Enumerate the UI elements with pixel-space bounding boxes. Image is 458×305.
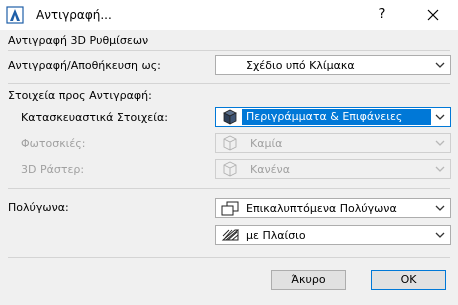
polygons-frame-value: με Πλαίσιο (246, 229, 306, 242)
overlapping-polygons-icon (221, 201, 239, 216)
chevron-down-icon (435, 114, 445, 120)
chevron-down-icon (435, 62, 445, 68)
window-title: Αντιγραφή... (36, 8, 112, 22)
construction-label: Κατασκευαστικά Στοιχεία: (21, 111, 168, 124)
section-3d-label: Αντιγραφή 3D Ρυθμίσεων (8, 34, 149, 47)
close-icon[interactable] (421, 5, 445, 25)
chevron-down-icon (435, 205, 445, 211)
elements-label: Στοιχεία προς Αντιγραφή: (8, 89, 152, 102)
construction-selected: Περιγράμματα & Επιφάνειες (242, 109, 431, 125)
raster-dropdown[interactable]: Κανένα (215, 159, 451, 179)
divider (8, 188, 450, 189)
app-icon (6, 6, 24, 24)
copy-as-dropdown[interactable]: Σχέδιο υπό Κλίμακα (215, 55, 451, 75)
polygons-label: Πολύγωνα: (8, 201, 69, 214)
polygons-type-dropdown[interactable]: Επικαλυπτόμενα Πολύγωνα (215, 198, 451, 218)
construction-dropdown[interactable]: Περιγράμματα & Επιφάνειες (215, 107, 451, 127)
shadows-dropdown[interactable]: Καμία (215, 133, 451, 153)
cube-outline-icon (223, 135, 237, 151)
divider (8, 257, 450, 258)
help-button[interactable]: ? (372, 5, 392, 25)
raster-label: 3D Ράστερ: (21, 163, 85, 176)
hatched-frame-icon (221, 229, 240, 241)
chevron-down-icon (435, 166, 445, 172)
ok-button[interactable]: OK (371, 270, 446, 290)
divider (8, 50, 450, 51)
polygons-type-value: Επικαλυπτόμενα Πολύγωνα (246, 202, 397, 215)
shadows-value: Καμία (250, 137, 283, 150)
copy-as-label: Αντιγραφή/Αποθήκευση ως: (8, 59, 161, 72)
construction-value: Περιγράμματα & Επιφάνειες (246, 110, 403, 123)
divider (8, 83, 450, 84)
copy-as-value: Σχέδιο υπό Κλίμακα (246, 59, 355, 72)
cube-outline-icon (223, 161, 237, 177)
cancel-button[interactable]: Άκυρο (271, 270, 346, 290)
chevron-down-icon (435, 232, 445, 238)
cube-icon (223, 109, 237, 125)
shadows-label: Φωτοσκιές: (21, 137, 86, 150)
raster-value: Κανένα (250, 163, 290, 176)
polygons-frame-dropdown[interactable]: με Πλαίσιο (215, 225, 451, 245)
chevron-down-icon (435, 140, 445, 146)
title-bar: Αντιγραφή... ? (0, 0, 458, 30)
